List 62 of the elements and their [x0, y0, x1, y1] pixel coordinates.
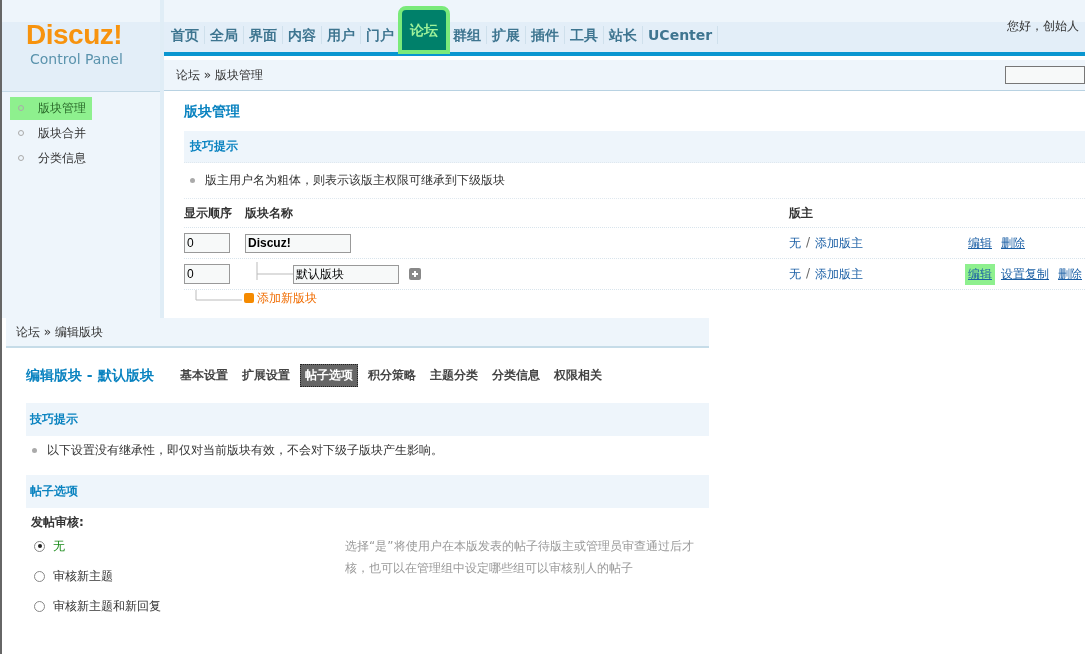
nav-tab[interactable]: 首页 [166, 26, 205, 44]
tip-text: 版主用户名为粗体，则表示该版主权限可继承到下级版块 [205, 172, 505, 189]
action-link[interactable]: 删除 [1055, 263, 1085, 285]
add-icon [244, 293, 254, 303]
column-header: 显示顺序 [184, 204, 233, 222]
help-text: 选择“是”将使用户在本版发表的帖子待版主或管理员审查通过后才核，也可以在管理组中设定哪些组可以审核别人的帖子 [345, 538, 695, 577]
moderator-link[interactable]: 无 [789, 265, 801, 283]
sidebar-item[interactable]: 分类信息 [10, 147, 92, 170]
greeting: 您好，创始人 [1007, 18, 1079, 35]
tab[interactable]: 基本设置 [175, 365, 232, 386]
column-header: 版块名称 [245, 204, 294, 222]
search-field[interactable] [1005, 66, 1085, 84]
bullet-icon [190, 178, 195, 183]
sidebar-item[interactable]: 版块合并 [10, 122, 92, 145]
tab[interactable]: 权限相关 [549, 365, 606, 386]
tip-text: 以下设置没有继承性，即仅对当前版块有效，不会对下级子版块产生影响。 [47, 442, 443, 459]
add-subforum-icon[interactable] [409, 268, 421, 280]
logo-subtitle: Control Panel [30, 50, 124, 68]
tab[interactable]: 主题分类 [425, 365, 482, 386]
page-title: 编辑版块 - 默认版块 [26, 366, 154, 385]
add-moderator-link[interactable]: 添加版主 [815, 234, 864, 252]
field-label: 发帖审核: [31, 514, 85, 531]
tips-heading: 技巧提示 [190, 139, 238, 153]
nav-tab[interactable]: 工具 [565, 26, 604, 44]
action-link[interactable]: 删除 [998, 232, 1028, 254]
nav-tab[interactable]: 全局 [205, 26, 244, 44]
moderator-link[interactable]: 无 [789, 234, 801, 252]
logo: Discuz! [26, 20, 124, 50]
nav-tab[interactable]: 论坛 [400, 8, 448, 52]
option-label: 审核新主题和新回复 [53, 597, 161, 615]
action-link[interactable]: 编辑 [965, 232, 995, 254]
separator: / [806, 265, 811, 282]
option-label: 审核新主题 [53, 567, 113, 585]
nav-tab[interactable]: 群组 [448, 26, 487, 44]
tab[interactable]: 帖子选项 [299, 364, 358, 387]
column-header: 版主 [789, 204, 814, 222]
bullet-icon [32, 448, 37, 453]
nav-tab[interactable]: 扩展 [487, 26, 526, 44]
section-heading: 帖子选项 [30, 484, 78, 498]
breadcrumb: 论坛 » 版块管理 [176, 66, 263, 84]
action-link[interactable]: 编辑 [965, 263, 995, 285]
order-field[interactable]: 0 [184, 264, 230, 284]
name-field[interactable]: Discuz! [245, 233, 351, 253]
tab[interactable]: 扩展设置 [237, 365, 294, 386]
breadcrumb: 论坛 » 编辑版块 [16, 323, 103, 341]
nav-tab[interactable]: 界面 [244, 26, 283, 44]
sidebar-item[interactable]: 版块管理 [10, 97, 92, 120]
option-label: 无 [53, 537, 65, 555]
tab[interactable]: 分类信息 [487, 365, 544, 386]
nav-tab[interactable]: 用户 [322, 26, 361, 44]
nav-tab[interactable]: 插件 [526, 26, 565, 44]
add-moderator-link[interactable]: 添加版主 [815, 265, 864, 283]
tips-heading: 技巧提示 [30, 412, 78, 426]
separator: / [806, 234, 811, 251]
tab[interactable]: 积分策略 [363, 365, 420, 386]
name-field[interactable]: 默认版块 [293, 264, 399, 284]
nav-tab[interactable]: 站长 [604, 26, 643, 44]
nav-tab[interactable]: 内容 [283, 26, 322, 44]
nav-tab[interactable]: UCenter [643, 26, 719, 44]
action-link[interactable]: 设置复制 [998, 263, 1052, 285]
order-field[interactable]: 0 [184, 233, 230, 253]
page-title: 版块管理 [184, 103, 241, 121]
